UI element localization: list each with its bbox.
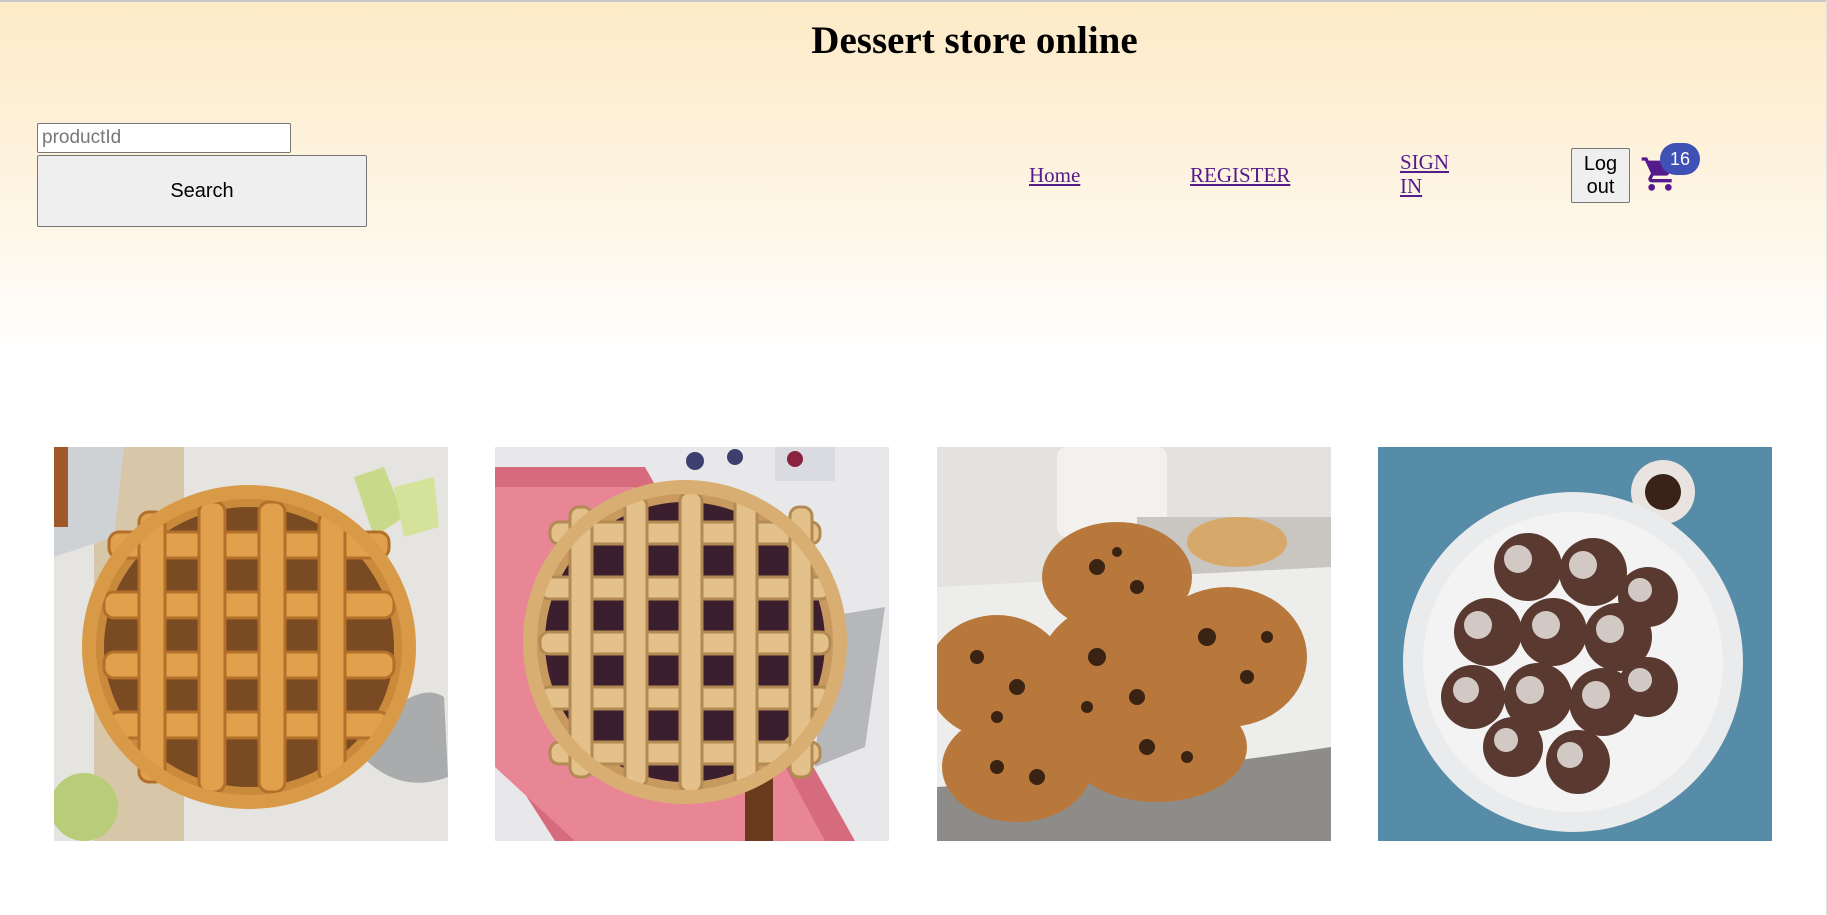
signin-label-line2: IN: [1400, 174, 1423, 198]
search-input[interactable]: [37, 123, 291, 153]
logout-label-line2: out: [1586, 175, 1615, 198]
logout-button[interactable]: Log out: [1571, 148, 1630, 203]
product-card-apple-pie[interactable]: [54, 447, 448, 841]
product-card-berry-pie[interactable]: [495, 447, 889, 841]
cookies-image: [937, 447, 1331, 841]
signin-label-line1: SIGN: [1400, 150, 1450, 174]
apple-pie-image: [54, 447, 448, 841]
nav-signin-link[interactable]: SIGN IN: [1400, 150, 1460, 198]
header: Dessert store online Search Home REGISTE…: [0, 2, 1827, 354]
product-card-cookies[interactable]: [937, 447, 1331, 841]
berry-pie-image: [495, 447, 889, 841]
coconut-balls-image: [1378, 447, 1772, 841]
product-card-coconut-balls[interactable]: [1378, 447, 1772, 841]
page-title: Dessert store online: [811, 19, 1138, 62]
cart-count-badge: 16: [1660, 143, 1700, 175]
nav-home-link[interactable]: Home: [1029, 163, 1080, 187]
logout-label-line1: Log: [1583, 152, 1618, 175]
search-button[interactable]: Search: [37, 155, 367, 227]
cart-button[interactable]: 16: [1640, 143, 1700, 194]
nav-register-link[interactable]: REGISTER: [1190, 163, 1290, 187]
